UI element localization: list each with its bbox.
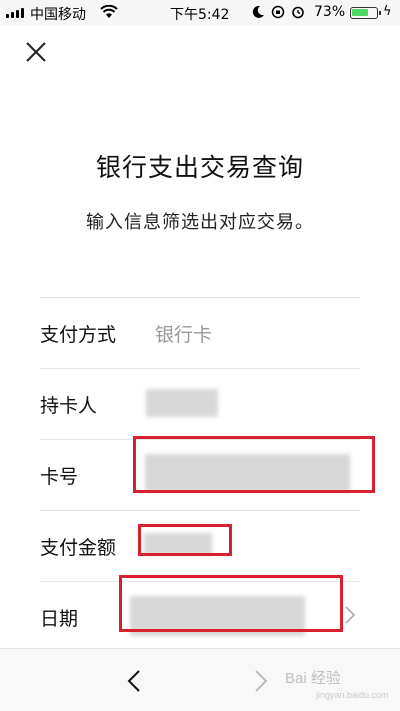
payment-method-label: 支付方式 xyxy=(40,324,117,346)
date-highlight-box xyxy=(119,575,343,632)
close-button[interactable] xyxy=(24,40,48,64)
chevron-right-icon xyxy=(255,670,268,692)
battery-percent: 73% xyxy=(314,4,346,20)
wifi-icon xyxy=(100,4,118,23)
card-number-label: 卡号 xyxy=(40,466,79,488)
nav-back-button[interactable] xyxy=(127,669,141,697)
alarm-icon xyxy=(292,6,304,19)
cardholder-redacted[interactable] xyxy=(146,389,218,417)
page-title: 银行支出交易查询 xyxy=(95,153,304,182)
amount-highlight-box xyxy=(138,524,232,556)
chevron-right-icon xyxy=(345,606,356,628)
signal-icon xyxy=(6,8,24,18)
close-icon xyxy=(26,42,46,62)
page-subtitle: 输入信息筛选出对应交易。 xyxy=(86,212,314,233)
carrier-name: 中国移动 xyxy=(30,7,86,23)
clock-time: 下午5:42 xyxy=(170,7,230,23)
amount-label: 支付金额 xyxy=(40,537,117,559)
watermark-brand: Bai 经验 xyxy=(285,670,341,687)
cardholder-row[interactable]: 持卡人 xyxy=(40,368,360,439)
chevron-left-icon xyxy=(127,670,140,692)
date-label: 日期 xyxy=(40,608,79,630)
status-bar: 中国移动 下午5:42 73% ϟ xyxy=(0,0,400,26)
watermark-url: jingyan.baidu.com xyxy=(316,690,389,700)
card-number-highlight-box xyxy=(133,436,375,493)
payment-method-value[interactable]: 银行卡 xyxy=(155,320,212,347)
payment-method-row[interactable]: 支付方式 银行卡 xyxy=(40,297,360,368)
battery-icon xyxy=(350,7,381,19)
status-icons xyxy=(252,5,305,19)
nav-forward-button[interactable] xyxy=(254,669,268,697)
charging-icon: ϟ xyxy=(383,4,392,19)
rotation-lock-icon xyxy=(271,5,285,19)
cardholder-label: 持卡人 xyxy=(40,395,98,417)
moon-icon xyxy=(252,5,264,18)
